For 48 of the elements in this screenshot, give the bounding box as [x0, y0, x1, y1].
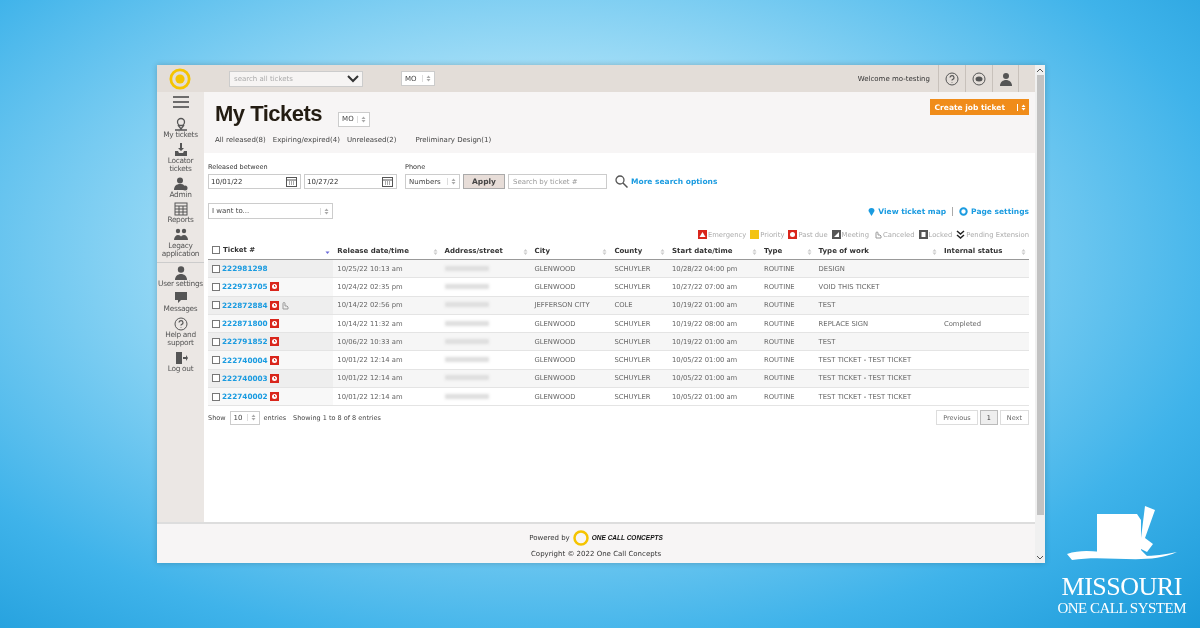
- row-checkbox[interactable]: [212, 356, 220, 365]
- select-all-checkbox[interactable]: [212, 246, 220, 254]
- scroll-thumb[interactable]: [1036, 75, 1044, 515]
- priority-icon: [750, 230, 760, 239]
- locked-icon: [918, 230, 928, 239]
- calendar-icon[interactable]: [382, 176, 393, 187]
- updown-icon: [422, 75, 431, 82]
- gear-icon: [959, 206, 969, 216]
- help-icon: [945, 71, 959, 86]
- brand-subtitle: ONE CALL SYSTEM: [1057, 599, 1186, 616]
- user-icon: [998, 71, 1013, 86]
- updown-icon: [1017, 103, 1026, 111]
- updown-icon: [246, 414, 256, 422]
- row-checkbox[interactable]: [212, 319, 220, 328]
- chat-icon: [173, 291, 188, 306]
- scroll-down-icon[interactable]: [1036, 555, 1044, 561]
- updown-icon: [320, 207, 329, 215]
- calendar-icon[interactable]: [286, 176, 297, 187]
- inbox-icon: [173, 142, 188, 157]
- brand-title: MISSOURI: [1061, 573, 1182, 600]
- map-pin-icon: [173, 117, 188, 131]
- page-title: My Tickets: [215, 101, 323, 127]
- row-checkbox[interactable]: [212, 337, 220, 346]
- row-checkbox[interactable]: [212, 282, 220, 291]
- emergency-icon: [697, 230, 707, 239]
- chat-icon: [972, 71, 986, 86]
- logo-icon: [572, 529, 589, 546]
- pending-icon: [956, 230, 966, 239]
- menu-icon[interactable]: [172, 96, 189, 108]
- row-checkbox[interactable]: [212, 374, 220, 383]
- row-checkbox[interactable]: [212, 392, 220, 401]
- row-checkbox[interactable]: [212, 264, 220, 273]
- meeting-icon: [831, 230, 841, 239]
- scrollbar[interactable]: [1035, 65, 1045, 563]
- scroll-up-icon[interactable]: [1036, 67, 1044, 73]
- updown-icon: [357, 115, 367, 123]
- user-icon: [173, 265, 188, 280]
- help-icon: [173, 316, 188, 331]
- map-pin-icon: [868, 206, 876, 216]
- canceled-icon: [873, 230, 882, 239]
- logout-icon: [173, 350, 188, 365]
- chevron-down-icon[interactable]: [347, 74, 359, 83]
- logo-icon: [169, 67, 191, 90]
- row-checkbox[interactable]: [212, 301, 220, 310]
- people-icon: [173, 227, 188, 242]
- updown-icon: [447, 178, 456, 185]
- table-icon: [173, 202, 188, 217]
- search-icon: [615, 175, 628, 188]
